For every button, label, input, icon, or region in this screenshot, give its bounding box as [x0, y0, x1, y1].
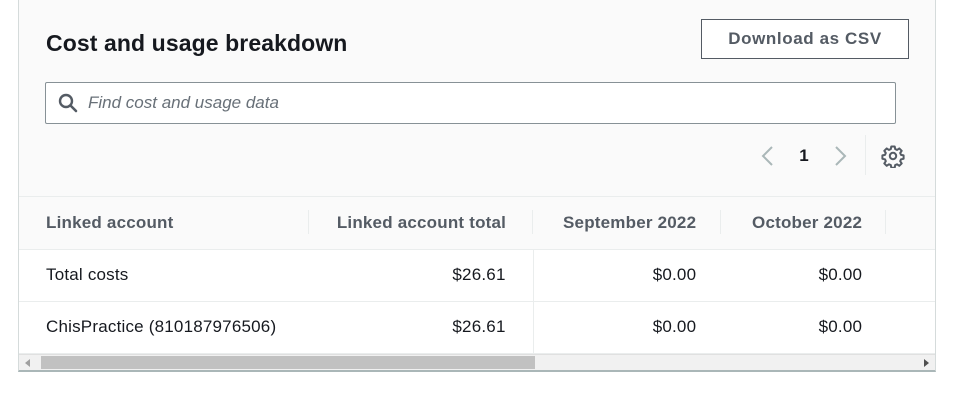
column-label: September 2022 — [563, 212, 697, 232]
horizontal-scrollbar[interactable] — [19, 354, 935, 370]
cell-october-2022: $0.00 — [721, 249, 887, 302]
cell-linked-account: ChisPractice (810187976506) — [19, 301, 310, 354]
cost-usage-panel: Cost and usage breakdown Download as CSV… — [18, 0, 936, 372]
column-header-september-2022[interactable]: September 2022 — [533, 197, 722, 250]
column-label: Linked account total — [336, 212, 507, 232]
cell-september-2022: $0.00 — [533, 249, 722, 302]
column-header-linked-account-total[interactable]: Linked account total — [309, 197, 534, 250]
cell-linked-account-total: $26.61 — [309, 301, 534, 354]
table-row: ChisPractice (810187976506) $26.61 $0.00… — [19, 301, 935, 354]
pager-divider — [865, 135, 866, 175]
panel-title: Cost and usage breakdown — [46, 30, 348, 56]
table-header-row: Linked account Linked account total Sept… — [19, 197, 935, 250]
chevron-right-icon[interactable] — [831, 144, 849, 168]
table-row: Total costs $26.61 $0.00 $0.00 — [19, 249, 935, 302]
scroll-left-arrow-icon[interactable] — [25, 359, 30, 367]
search-input[interactable] — [88, 83, 888, 123]
column-header-overflow — [886, 197, 935, 250]
column-header-linked-account[interactable]: Linked account — [19, 197, 310, 250]
search-icon — [58, 93, 78, 113]
cell-linked-account: Total costs — [19, 249, 310, 302]
column-label: October 2022 — [752, 212, 863, 232]
page-number-button[interactable]: 1 — [793, 144, 815, 168]
scroll-right-arrow-icon[interactable] — [924, 359, 929, 367]
search-box[interactable] — [45, 82, 896, 124]
download-csv-button[interactable]: Download as CSV — [701, 19, 909, 59]
scrollbar-thumb[interactable] — [41, 356, 535, 369]
cell-september-2022: $0.00 — [533, 301, 722, 354]
column-header-october-2022[interactable]: October 2022 — [721, 197, 887, 250]
cell-linked-account-total: $26.61 — [309, 249, 534, 302]
cell-overflow — [886, 249, 935, 302]
chevron-left-icon[interactable] — [759, 144, 777, 168]
cost-table-container: Linked account Linked account total Sept… — [19, 196, 935, 355]
cell-october-2022: $0.00 — [721, 301, 887, 354]
column-label: Linked account — [46, 212, 174, 232]
cost-table: Linked account Linked account total Sept… — [19, 197, 935, 354]
gear-icon[interactable] — [881, 144, 905, 168]
cell-overflow — [886, 301, 935, 354]
